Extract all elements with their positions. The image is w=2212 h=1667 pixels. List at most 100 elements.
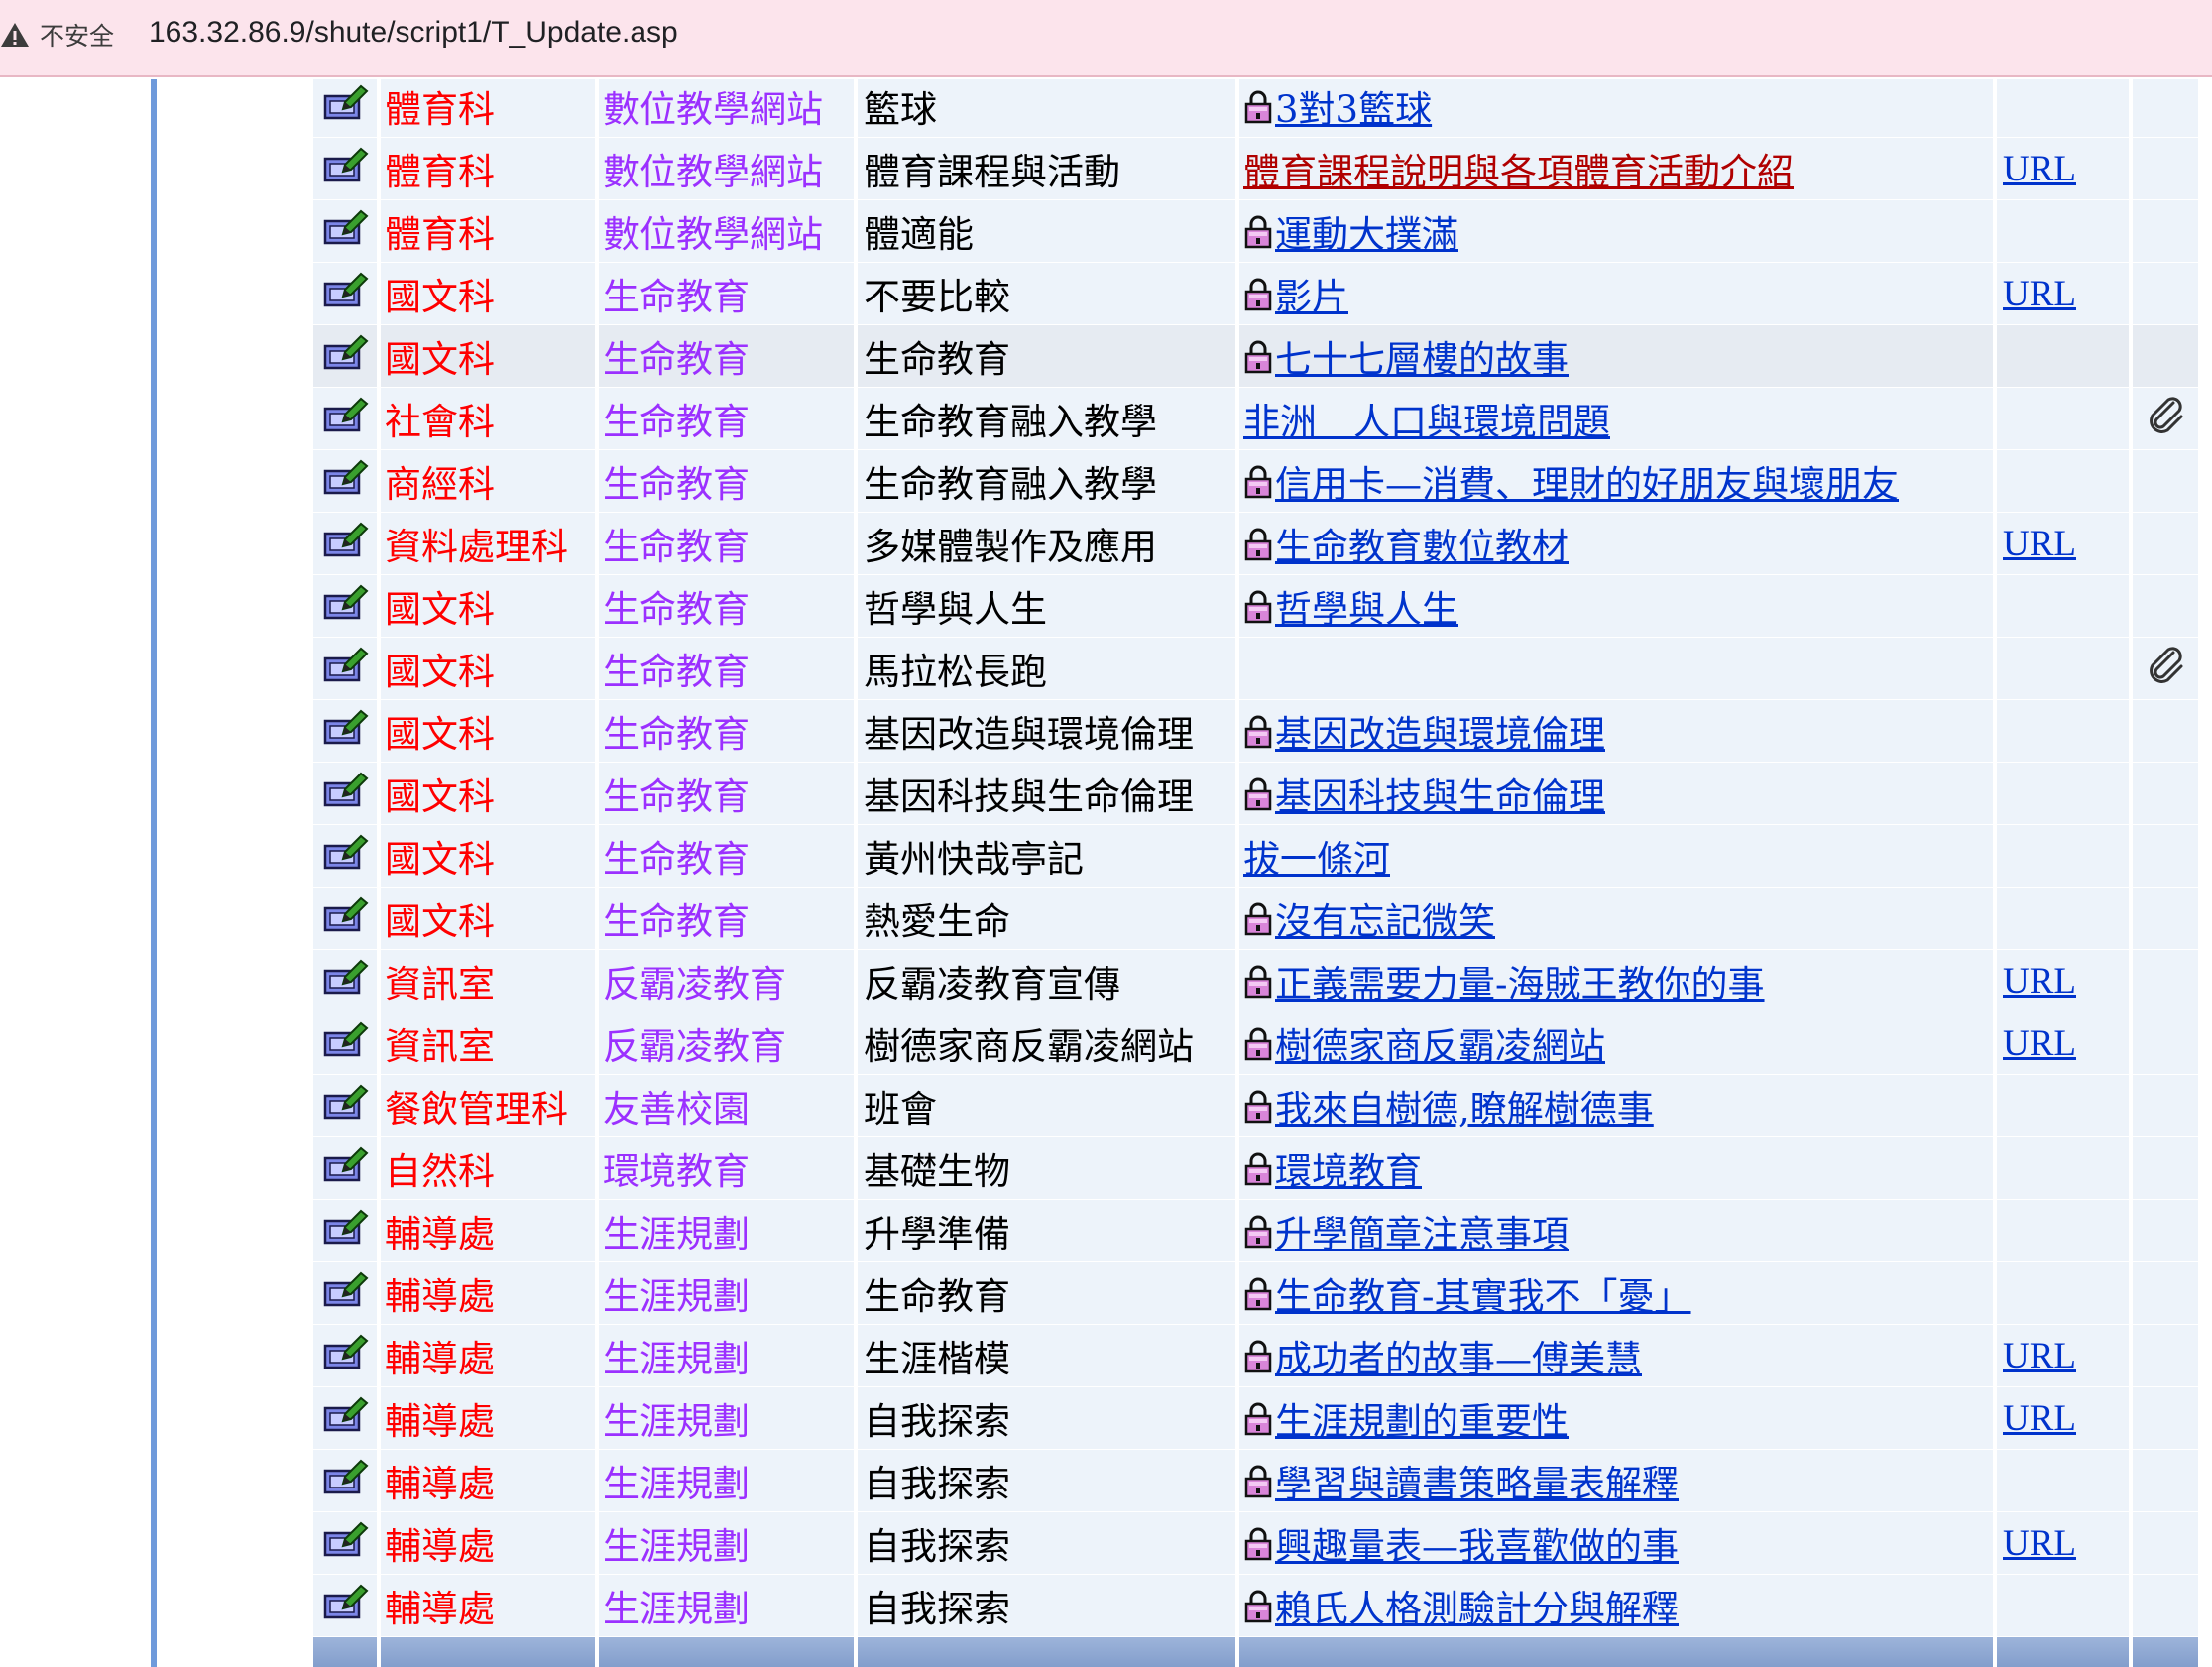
url-link[interactable]: URL [2003, 961, 2076, 1002]
edit-cell [313, 1262, 381, 1325]
resource-link[interactable]: 賴氏人格測驗計分與解釋 [1275, 1588, 1679, 1630]
table-row: 輔導處 生涯規劃 自我探索 興趣量表—我喜歡做的事 URL [313, 1512, 2202, 1575]
edit-icon[interactable] [321, 896, 369, 943]
url-cell: URL [1997, 263, 2133, 325]
lock-icon [1243, 340, 1273, 383]
resource-link[interactable]: 哲學與人生 [1275, 588, 1458, 631]
url-link[interactable]: URL [2003, 274, 2076, 314]
resource-link[interactable]: 拔一條河 [1243, 838, 1390, 881]
course-cell: 籃球 [858, 79, 1239, 138]
resource-link[interactable]: 樹德家商反霸凌網站 [1275, 1025, 1605, 1068]
url-link[interactable]: URL [2003, 1023, 2076, 1064]
url-cell [1997, 638, 2133, 700]
url-cell [1997, 1200, 2133, 1262]
resource-link[interactable]: 生命教育-其實我不「憂」 [1275, 1275, 1691, 1318]
edit-icon[interactable] [321, 84, 369, 131]
attachment-cell [2133, 763, 2202, 825]
table-footer-row [313, 1637, 2202, 1667]
lock-icon [1243, 777, 1273, 820]
edit-icon[interactable] [321, 1459, 369, 1505]
course-cell: 樹德家商反霸凌網站 [858, 1012, 1239, 1075]
lock-icon [1243, 1090, 1273, 1132]
url-cell [1997, 1450, 2133, 1512]
edit-cell [313, 888, 381, 950]
edit-icon[interactable] [321, 334, 369, 381]
resource-link[interactable]: 我來自樹德,瞭解樹德事 [1275, 1088, 1654, 1131]
resource-link[interactable]: 非洲 人口與環境問題 [1243, 401, 1610, 443]
browser-address-bar[interactable]: 不安全 163.32.86.9/shute/script1/T_Update.a… [0, 0, 2212, 77]
edit-icon[interactable] [321, 709, 369, 756]
edit-cell [313, 575, 381, 638]
warning-icon[interactable] [0, 21, 30, 53]
paperclip-icon[interactable] [2144, 396, 2187, 445]
edit-icon[interactable] [321, 397, 369, 443]
edit-icon[interactable] [321, 1334, 369, 1380]
edit-icon[interactable] [321, 1084, 369, 1131]
paperclip-icon[interactable] [2144, 646, 2187, 695]
resource-link[interactable]: 興趣量表—我喜歡做的事 [1275, 1525, 1679, 1568]
edit-icon[interactable] [321, 772, 369, 818]
resource-link[interactable]: 3對3籃球 [1275, 88, 1432, 131]
course-cell: 自我探索 [858, 1387, 1239, 1450]
table-row: 體育科 數位教學網站 籃球 3對3籃球 [313, 79, 2202, 138]
url-cell: URL [1997, 513, 2133, 575]
resource-link[interactable]: 體育課程說明與各項體育活動介紹 [1243, 151, 1794, 193]
edit-icon[interactable] [321, 584, 369, 631]
resource-link[interactable]: 升學簡章注意事項 [1275, 1213, 1569, 1255]
edit-icon[interactable] [321, 1209, 369, 1255]
url-cell [1997, 888, 2133, 950]
edit-icon[interactable] [321, 834, 369, 881]
edit-icon[interactable] [321, 1021, 369, 1068]
edit-icon[interactable] [321, 1584, 369, 1630]
table-row: 輔導處 生涯規劃 自我探索 生涯規劃的重要性 URL [313, 1387, 2202, 1450]
url-link[interactable]: URL [2003, 1336, 2076, 1376]
resource-link[interactable]: 正義需要力量-海賊王教你的事 [1275, 963, 1765, 1006]
url-link[interactable]: URL [2003, 1523, 2076, 1564]
resource-link[interactable]: 沒有忘記微笑 [1275, 900, 1495, 943]
resource-table: 體育科 數位教學網站 籃球 3對3籃球 體育科 數位教學網站 體育課程與活動 體育課程說明與各… [313, 79, 2202, 1667]
resource-link[interactable]: 生涯規劃的重要性 [1275, 1400, 1569, 1443]
edit-cell [313, 450, 381, 513]
edit-icon[interactable] [321, 209, 369, 256]
dept-cell: 體育科 [381, 79, 599, 138]
resource-link[interactable]: 影片 [1275, 276, 1348, 318]
edit-icon[interactable] [321, 1271, 369, 1318]
category-cell: 生命教育 [599, 888, 858, 950]
dept-cell: 社會科 [381, 388, 599, 450]
edit-icon[interactable] [321, 272, 369, 318]
url-link[interactable]: URL [2003, 524, 2076, 564]
table-row: 體育科 數位教學網站 體適能 運動大撲滿 [313, 200, 2202, 263]
resource-link[interactable]: 學習與讀書策略量表解釋 [1275, 1463, 1679, 1505]
resource-link[interactable]: 基因改造與環境倫理 [1275, 713, 1605, 756]
resource-cell: 3對3籃球 [1239, 79, 1997, 138]
dept-cell: 國文科 [381, 575, 599, 638]
resource-link[interactable]: 生命教育數位教材 [1275, 526, 1569, 568]
edit-icon[interactable] [321, 1396, 369, 1443]
table-row: 國文科 生命教育 基因科技與生命倫理 基因科技與生命倫理 [313, 763, 2202, 825]
edit-icon[interactable] [321, 647, 369, 693]
table-row: 國文科 生命教育 不要比較 影片 URL [313, 263, 2202, 325]
table-row: 國文科 生命教育 基因改造與環境倫理 基因改造與環境倫理 [313, 700, 2202, 763]
edit-icon[interactable] [321, 1521, 369, 1568]
edit-icon[interactable] [321, 147, 369, 193]
url-text[interactable]: 163.32.86.9/shute/script1/T_Update.asp [149, 16, 678, 50]
edit-icon[interactable] [321, 522, 369, 568]
resource-link[interactable]: 七十七層樓的故事 [1275, 338, 1569, 381]
resource-link[interactable]: 運動大撲滿 [1275, 213, 1458, 256]
course-cell: 體適能 [858, 200, 1239, 263]
resource-link[interactable]: 信用卡—消費、理財的好朋友與壞朋友 [1275, 463, 1899, 506]
edit-icon[interactable] [321, 459, 369, 506]
resource-link[interactable]: 成功者的故事—傅美慧 [1275, 1338, 1642, 1380]
edit-icon[interactable] [321, 1146, 369, 1193]
attachment-cell [2133, 325, 2202, 388]
security-status-label[interactable]: 不安全 [40, 17, 114, 53]
edit-icon[interactable] [321, 959, 369, 1006]
resource-link[interactable]: 基因科技與生命倫理 [1275, 775, 1605, 818]
resource-cell: 拔一條河 [1239, 825, 1997, 888]
url-link[interactable]: URL [2003, 149, 2076, 189]
table-row: 餐飲管理科 友善校園 班會 我來自樹德,瞭解樹德事 [313, 1075, 2202, 1137]
url-link[interactable]: URL [2003, 1398, 2076, 1439]
resource-cell: 賴氏人格測驗計分與解釋 [1239, 1575, 1997, 1637]
resource-link[interactable]: 環境教育 [1275, 1150, 1422, 1193]
attachment-cell [2133, 950, 2202, 1012]
